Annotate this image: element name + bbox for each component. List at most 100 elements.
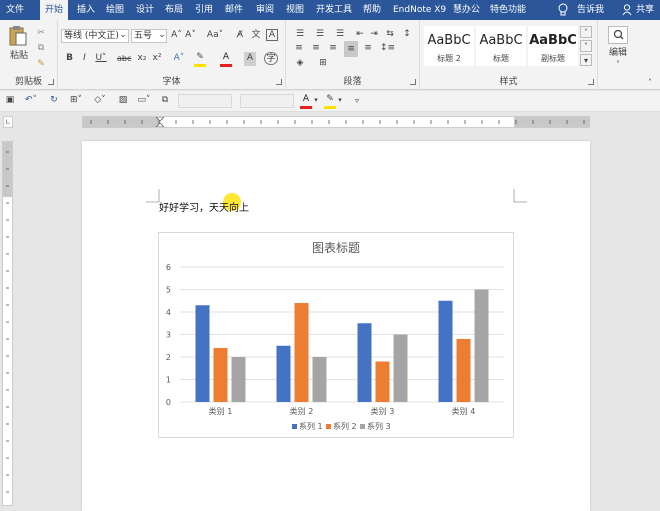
styles-scroll-down-icon[interactable]: ˅ bbox=[580, 40, 592, 52]
shading-icon[interactable]: ◈ bbox=[293, 57, 307, 71]
font-color-icon[interactable]: A bbox=[220, 51, 232, 65]
chart-object[interactable]: 图表标题 0 1 2 3 4 5 6 类别 1 类别 2 类别 3 类别 4 系列 1 系列 2 系列 3 bbox=[158, 232, 514, 438]
font-size-dropdown-icon[interactable]: ⌄ bbox=[157, 29, 167, 43]
tab-review[interactable]: 审阅 bbox=[256, 0, 274, 20]
picture-icon[interactable]: ▨ bbox=[116, 94, 130, 108]
distributed-icon[interactable]: ≡ bbox=[362, 42, 374, 56]
chinese-layout-icon[interactable]: ⇆ bbox=[383, 28, 397, 42]
numbering-icon[interactable]: ☰ bbox=[313, 28, 327, 42]
italic-icon[interactable]: I bbox=[79, 52, 90, 66]
indent-marker-icon[interactable] bbox=[155, 116, 165, 128]
bar bbox=[276, 345, 291, 402]
styles-scroll-up-icon[interactable]: ˄ bbox=[580, 26, 592, 38]
styles-group: AaBbC 标题 2 AaBbC 标题 AaBbC 副标题 ˄ ˅ ▾ 样式 bbox=[420, 20, 598, 90]
align-right-icon[interactable]: ≡ bbox=[327, 42, 339, 56]
phonetic-guide-icon[interactable]: 文 bbox=[250, 29, 262, 43]
borders-icon[interactable]: ⊞ bbox=[316, 57, 330, 71]
grow-font-icon[interactable]: A˄ bbox=[170, 29, 183, 43]
tab-help[interactable]: 帮助 bbox=[363, 0, 381, 20]
share-button[interactable]: 共享 bbox=[636, 0, 654, 20]
find-icon[interactable] bbox=[608, 26, 628, 44]
clear-formatting-icon[interactable]: A̸ bbox=[234, 29, 246, 43]
y-tick-label: 5 bbox=[166, 286, 171, 295]
shrink-font-icon[interactable]: A˅ bbox=[184, 29, 197, 43]
cut-icon[interactable]: ✂ bbox=[36, 27, 46, 41]
styles-launcher-icon[interactable] bbox=[588, 79, 594, 85]
redo-icon[interactable]: ↻ bbox=[48, 94, 60, 108]
tab-draw[interactable]: 绘图 bbox=[106, 0, 124, 20]
line-spacing-icon[interactable]: ↕≡ bbox=[380, 42, 395, 56]
tab-home[interactable]: 开始 bbox=[40, 0, 69, 20]
qat-highlight-dropdown-icon[interactable]: ▾ bbox=[336, 94, 344, 108]
font-name-dropdown-icon[interactable]: ⌄ bbox=[118, 29, 128, 43]
copy-icon[interactable]: ⧉ bbox=[36, 42, 46, 56]
align-left-icon[interactable]: ≡ bbox=[293, 42, 305, 56]
bar bbox=[375, 361, 390, 402]
horizontal-ruler[interactable] bbox=[82, 116, 590, 128]
qat-size-combo[interactable] bbox=[240, 94, 294, 108]
editing-dropdown-icon[interactable]: ˅ bbox=[612, 58, 624, 72]
enclose-characters-icon[interactable]: 字 bbox=[264, 52, 278, 65]
highlighter-icon[interactable]: ✎ bbox=[194, 51, 206, 65]
bar bbox=[357, 323, 372, 402]
tab-view[interactable]: 视图 bbox=[286, 0, 304, 20]
screenshot-icon[interactable]: ⧉ bbox=[158, 94, 172, 108]
qat-highlighter-icon[interactable]: ✎ bbox=[324, 93, 336, 107]
change-case-icon[interactable]: Aa˅ bbox=[206, 29, 224, 43]
qat-font-color-dropdown-icon[interactable]: ▾ bbox=[312, 94, 320, 108]
tab-huibangong[interactable]: 慧办公 bbox=[453, 0, 480, 20]
sort-icon[interactable]: ↕ bbox=[401, 28, 413, 42]
x-tick-label: 类别 4 bbox=[452, 406, 476, 416]
underline-icon[interactable]: U˅ bbox=[94, 52, 108, 66]
collapse-ribbon-icon[interactable]: ˄ bbox=[644, 76, 656, 90]
style-heading-2[interactable]: AaBbC 标题 2 bbox=[424, 26, 474, 66]
style-title[interactable]: AaBbC 标题 bbox=[476, 26, 526, 66]
character-border-icon[interactable]: A bbox=[266, 29, 278, 41]
style-name: 标题 2 bbox=[437, 54, 461, 63]
subscript-icon[interactable]: x₂ bbox=[136, 52, 148, 66]
paragraph-launcher-icon[interactable] bbox=[410, 79, 416, 85]
paste-button[interactable]: 粘贴 bbox=[7, 50, 31, 64]
superscript-icon[interactable]: x² bbox=[151, 52, 163, 66]
format-painter-icon[interactable]: ✎ bbox=[36, 58, 46, 72]
justify-icon[interactable]: ≡ bbox=[344, 41, 358, 57]
font-launcher-icon[interactable] bbox=[276, 79, 282, 85]
qat-font-combo[interactable] bbox=[178, 94, 232, 108]
tab-layout[interactable]: 布局 bbox=[165, 0, 183, 20]
paste-icon[interactable] bbox=[8, 25, 28, 47]
align-center-icon[interactable]: ≡ bbox=[310, 42, 322, 56]
tab-file[interactable]: 文件 bbox=[6, 0, 24, 20]
text-effects-icon[interactable]: A˅ bbox=[171, 52, 187, 66]
x-tick-label: 类别 2 bbox=[290, 406, 314, 416]
document-text[interactable]: 好好学习，天天向上 bbox=[159, 203, 249, 215]
tab-special[interactable]: 特色功能 bbox=[490, 0, 526, 20]
tell-me-box[interactable]: 告诉我 bbox=[577, 0, 604, 20]
tab-selector-icon[interactable]: ∟ bbox=[3, 116, 13, 128]
save-icon[interactable]: ▣ bbox=[4, 94, 16, 108]
undo-icon[interactable]: ↶˅ bbox=[24, 94, 38, 108]
qat-font-color-icon[interactable]: A bbox=[300, 93, 312, 107]
clipboard-launcher-icon[interactable] bbox=[48, 79, 54, 85]
tab-mailings[interactable]: 邮件 bbox=[225, 0, 243, 20]
customize-qat-icon[interactable]: ▿ bbox=[352, 94, 362, 108]
strikethrough-icon[interactable]: abc bbox=[117, 52, 131, 66]
increase-indent-icon[interactable]: ⇥ bbox=[368, 28, 380, 42]
bar bbox=[474, 289, 489, 402]
tab-references[interactable]: 引用 bbox=[195, 0, 213, 20]
bold-icon[interactable]: B bbox=[64, 52, 75, 66]
vertical-ruler[interactable] bbox=[2, 141, 13, 506]
style-subtitle[interactable]: AaBbC 副标题 bbox=[528, 26, 578, 66]
decrease-indent-icon[interactable]: ⇤ bbox=[354, 28, 366, 42]
tab-design[interactable]: 设计 bbox=[136, 0, 154, 20]
tab-insert[interactable]: 插入 bbox=[77, 0, 95, 20]
multilevel-list-icon[interactable]: ☰ bbox=[333, 28, 347, 42]
shapes-icon[interactable]: ◇˅ bbox=[92, 94, 108, 108]
tab-endnote[interactable]: EndNote X9 bbox=[393, 0, 446, 20]
character-shading-icon[interactable]: A bbox=[244, 52, 256, 66]
styles-more-icon[interactable]: ▾ bbox=[580, 54, 592, 66]
table-icon[interactable]: ⊞˅ bbox=[68, 94, 84, 108]
bullets-icon[interactable]: ☰ bbox=[293, 28, 307, 42]
style-name: 标题 bbox=[493, 54, 509, 63]
textbox-icon[interactable]: ▭˅ bbox=[136, 94, 152, 108]
tab-developer[interactable]: 开发工具 bbox=[316, 0, 352, 20]
